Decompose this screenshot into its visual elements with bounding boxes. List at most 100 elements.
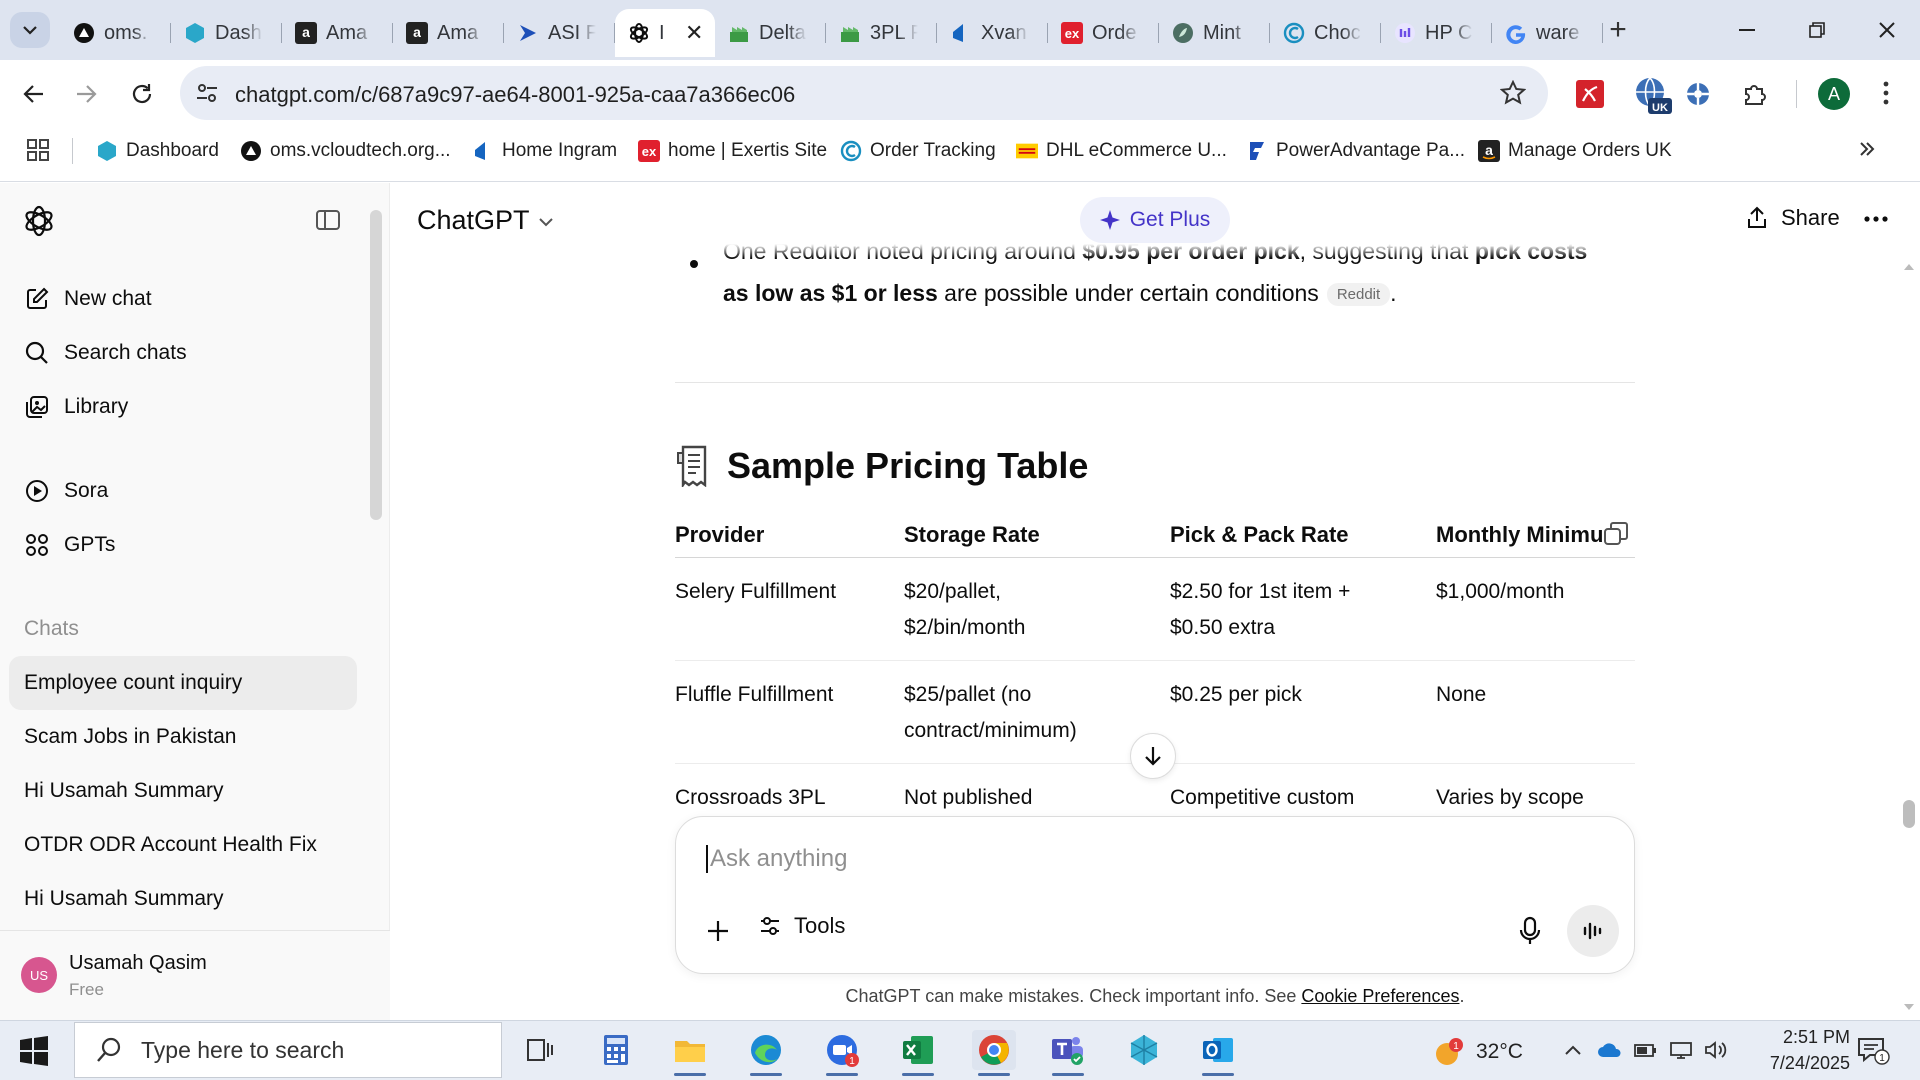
volume-icon[interactable] [1703,1040,1729,1060]
taskbar-search-placeholder: Type here to search [141,1036,345,1063]
chat-item-4[interactable]: OTDR ODR Account Health Fix [24,833,317,857]
table-header-storage: Storage Rate [904,522,1040,547]
tab[interactable]: a Ama [393,9,504,57]
chat-item-2[interactable]: Scam Jobs in Pakistan [24,725,236,749]
outlook-icon[interactable] [1196,1030,1240,1076]
tab-active[interactable]: I ✕ [615,9,715,57]
chat-item-5[interactable]: Hi Usamah Summary [24,887,224,911]
notifications-icon[interactable]: 1 [1856,1035,1890,1065]
bookmark-exertis[interactable]: ex home | Exertis Site [638,136,827,166]
minimize-button[interactable] [1712,0,1782,60]
tab[interactable]: Delta [715,9,826,57]
chat-item-1[interactable]: Employee count inquiry [24,671,242,695]
model-selector[interactable]: ChatGPT [417,205,555,236]
table-heading: Sample Pricing Table [675,445,1088,487]
tab[interactable]: HP C [1381,9,1492,57]
voice-mode-button[interactable] [1567,905,1619,957]
bookmark-poweradvantage[interactable]: PowerAdvantage Pa... [1246,136,1465,166]
close-window-button[interactable] [1852,0,1920,60]
cookie-preferences-link[interactable]: Cookie Preferences [1301,986,1459,1006]
library-button[interactable]: Library [24,387,128,427]
tab[interactable]: Dash [171,9,282,57]
mint-icon [1171,21,1195,45]
teams-icon[interactable] [1046,1030,1090,1076]
onedrive-icon[interactable] [1597,1040,1623,1060]
prompt-input[interactable]: Ask anything [706,845,847,873]
more-bookmarks-icon[interactable] [1856,138,1878,160]
restore-button[interactable] [1782,0,1852,60]
share-button[interactable]: Share [1745,205,1840,231]
excel-icon[interactable] [896,1030,940,1076]
tab[interactable]: ex Orde [1048,9,1159,57]
back-button[interactable] [14,74,54,114]
gpts-button[interactable]: GPTs [24,525,115,565]
edge-browser-icon[interactable] [744,1030,788,1076]
main-scrollbar[interactable] [1903,800,1915,828]
conversation-options-icon[interactable] [1862,205,1890,233]
table-cell-storage: Not published [904,786,1033,809]
clock[interactable]: 2:51 PM 7/24/2025 [1740,1024,1850,1076]
svg-text:a: a [413,24,421,40]
calculator-icon[interactable] [594,1030,638,1070]
zoom-app-icon[interactable]: 1 [820,1030,864,1076]
scroll-up-arrow-icon[interactable] [1903,262,1915,272]
tab[interactable]: ware [1492,9,1603,57]
tab[interactable]: Mint [1159,9,1270,57]
task-view-icon[interactable] [518,1030,562,1070]
scroll-down-arrow-icon[interactable] [1903,1002,1915,1012]
tools-button[interactable]: Tools [758,913,845,939]
url-text[interactable]: chatgpt.com/c/687a9c97-ae64-8001-925a-ca… [235,82,795,108]
sidebar-scrollbar[interactable] [370,210,382,520]
bookmark-manage-orders[interactable]: a Manage Orders UK [1478,136,1672,166]
nav-label: GPTs [64,533,116,556]
file-explorer-icon[interactable] [668,1030,712,1076]
globe-extension-icon[interactable]: UK [1632,74,1674,116]
table-cell-pickpack: $0.25 per pick [1170,683,1302,706]
site-info-icon[interactable] [194,80,220,106]
reload-button[interactable] [122,74,162,114]
get-plus-button[interactable]: Get Plus [1080,197,1230,243]
pdf-extension-icon[interactable] [1574,78,1606,110]
diamond-app-icon[interactable] [1122,1030,1166,1070]
browser-menu-icon[interactable] [1876,78,1896,108]
tab[interactable]: ASI F [504,9,615,57]
tab[interactable]: Choc [1270,9,1381,57]
chrome-icon[interactable] [972,1030,1016,1076]
apps-grid-icon[interactable] [26,138,50,162]
attach-button[interactable] [700,913,736,949]
tab[interactable]: 3PL F [826,9,937,57]
chat-item-3[interactable]: Hi Usamah Summary [24,779,224,803]
forward-button[interactable] [66,74,106,114]
tab[interactable]: Xvan [937,9,1048,57]
network-icon[interactable] [1668,1040,1694,1060]
citation-reddit-link[interactable]: Reddit [1326,283,1391,307]
bookmark-dashboard[interactable]: Dashboard [96,136,219,166]
new-tab-button[interactable]: + [1600,12,1636,48]
sora-button[interactable]: Sora [24,471,108,511]
puzzle-tool-extension-icon[interactable] [1682,78,1714,110]
tab-search-button[interactable] [10,12,50,48]
show-hidden-icons[interactable] [1563,1040,1583,1060]
new-chat-button[interactable]: New chat [24,279,152,319]
profile-avatar[interactable]: A [1818,78,1850,110]
bookmark-dhl[interactable]: DHL eCommerce U... [1016,136,1227,166]
openai-logo-icon[interactable] [22,204,56,238]
scroll-to-bottom-button[interactable] [1130,733,1176,779]
bookmark-order-tracking[interactable]: Order Tracking [840,136,996,166]
close-tab-icon[interactable]: ✕ [685,20,703,46]
windows-start-icon[interactable] [18,1035,50,1067]
bookmark-oms[interactable]: oms.vcloudtech.org... [240,136,451,166]
dictate-button[interactable] [1512,913,1548,949]
battery-icon[interactable] [1633,1040,1659,1060]
bookmark-home-ingram[interactable]: Home Ingram [472,136,617,166]
sidebar-toggle-icon[interactable] [314,206,342,234]
tab[interactable]: a Ama [282,9,393,57]
taskbar-search-box[interactable]: Type here to search [74,1022,502,1078]
bookmark-star-icon[interactable] [1500,80,1526,106]
composer[interactable] [675,816,1635,974]
extensions-icon[interactable] [1738,78,1770,110]
weather-widget[interactable]: 1 32°C [1432,1035,1523,1069]
copy-table-icon[interactable] [1602,520,1630,548]
search-chats-button[interactable]: Search chats [24,333,187,373]
tab[interactable]: oms. [60,9,171,57]
